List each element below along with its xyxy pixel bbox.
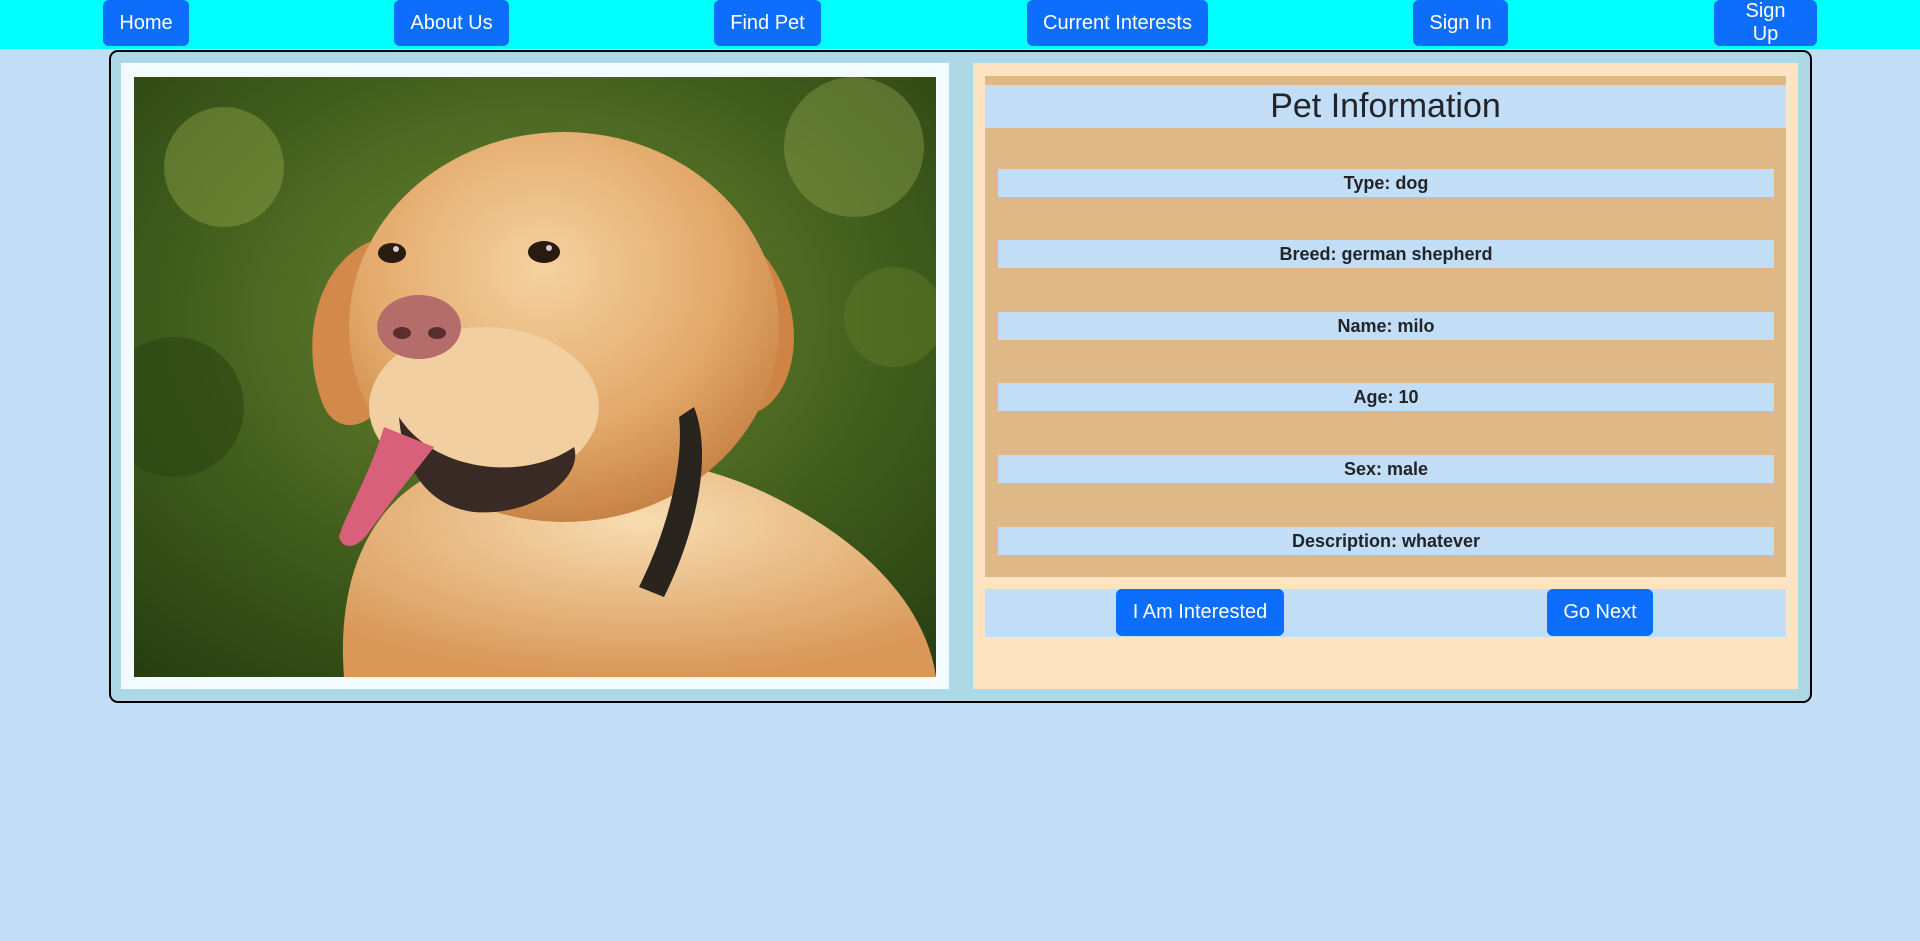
pet-sex-field: Sex: male (998, 455, 1774, 483)
dog-photo (134, 77, 936, 677)
nav-about-button[interactable]: About Us (394, 0, 509, 46)
pet-age-field: Age: 10 (998, 383, 1774, 411)
nav-home-button[interactable]: Home (103, 0, 189, 46)
go-next-button[interactable]: Go Next (1547, 589, 1653, 636)
nav-sign-up-button[interactable]: Sign Up (1714, 0, 1817, 46)
nav-current-interests-button[interactable]: Current Interests (1027, 0, 1208, 46)
pet-name-field: Name: milo (998, 312, 1774, 340)
nav-sign-in-button[interactable]: Sign In (1413, 0, 1508, 46)
pet-info-title: Pet Information (985, 85, 1786, 128)
pet-type-field: Type: dog (998, 169, 1774, 197)
top-navbar: Home About Us Find Pet Current Interests… (0, 0, 1920, 49)
nav-find-pet-button[interactable]: Find Pet (714, 0, 821, 46)
interested-button[interactable]: I Am Interested (1116, 589, 1284, 636)
pet-actions-bar (985, 589, 1786, 637)
pet-description-field: Description: whatever (998, 527, 1774, 555)
pet-breed-field: Breed: german shepherd (998, 240, 1774, 268)
